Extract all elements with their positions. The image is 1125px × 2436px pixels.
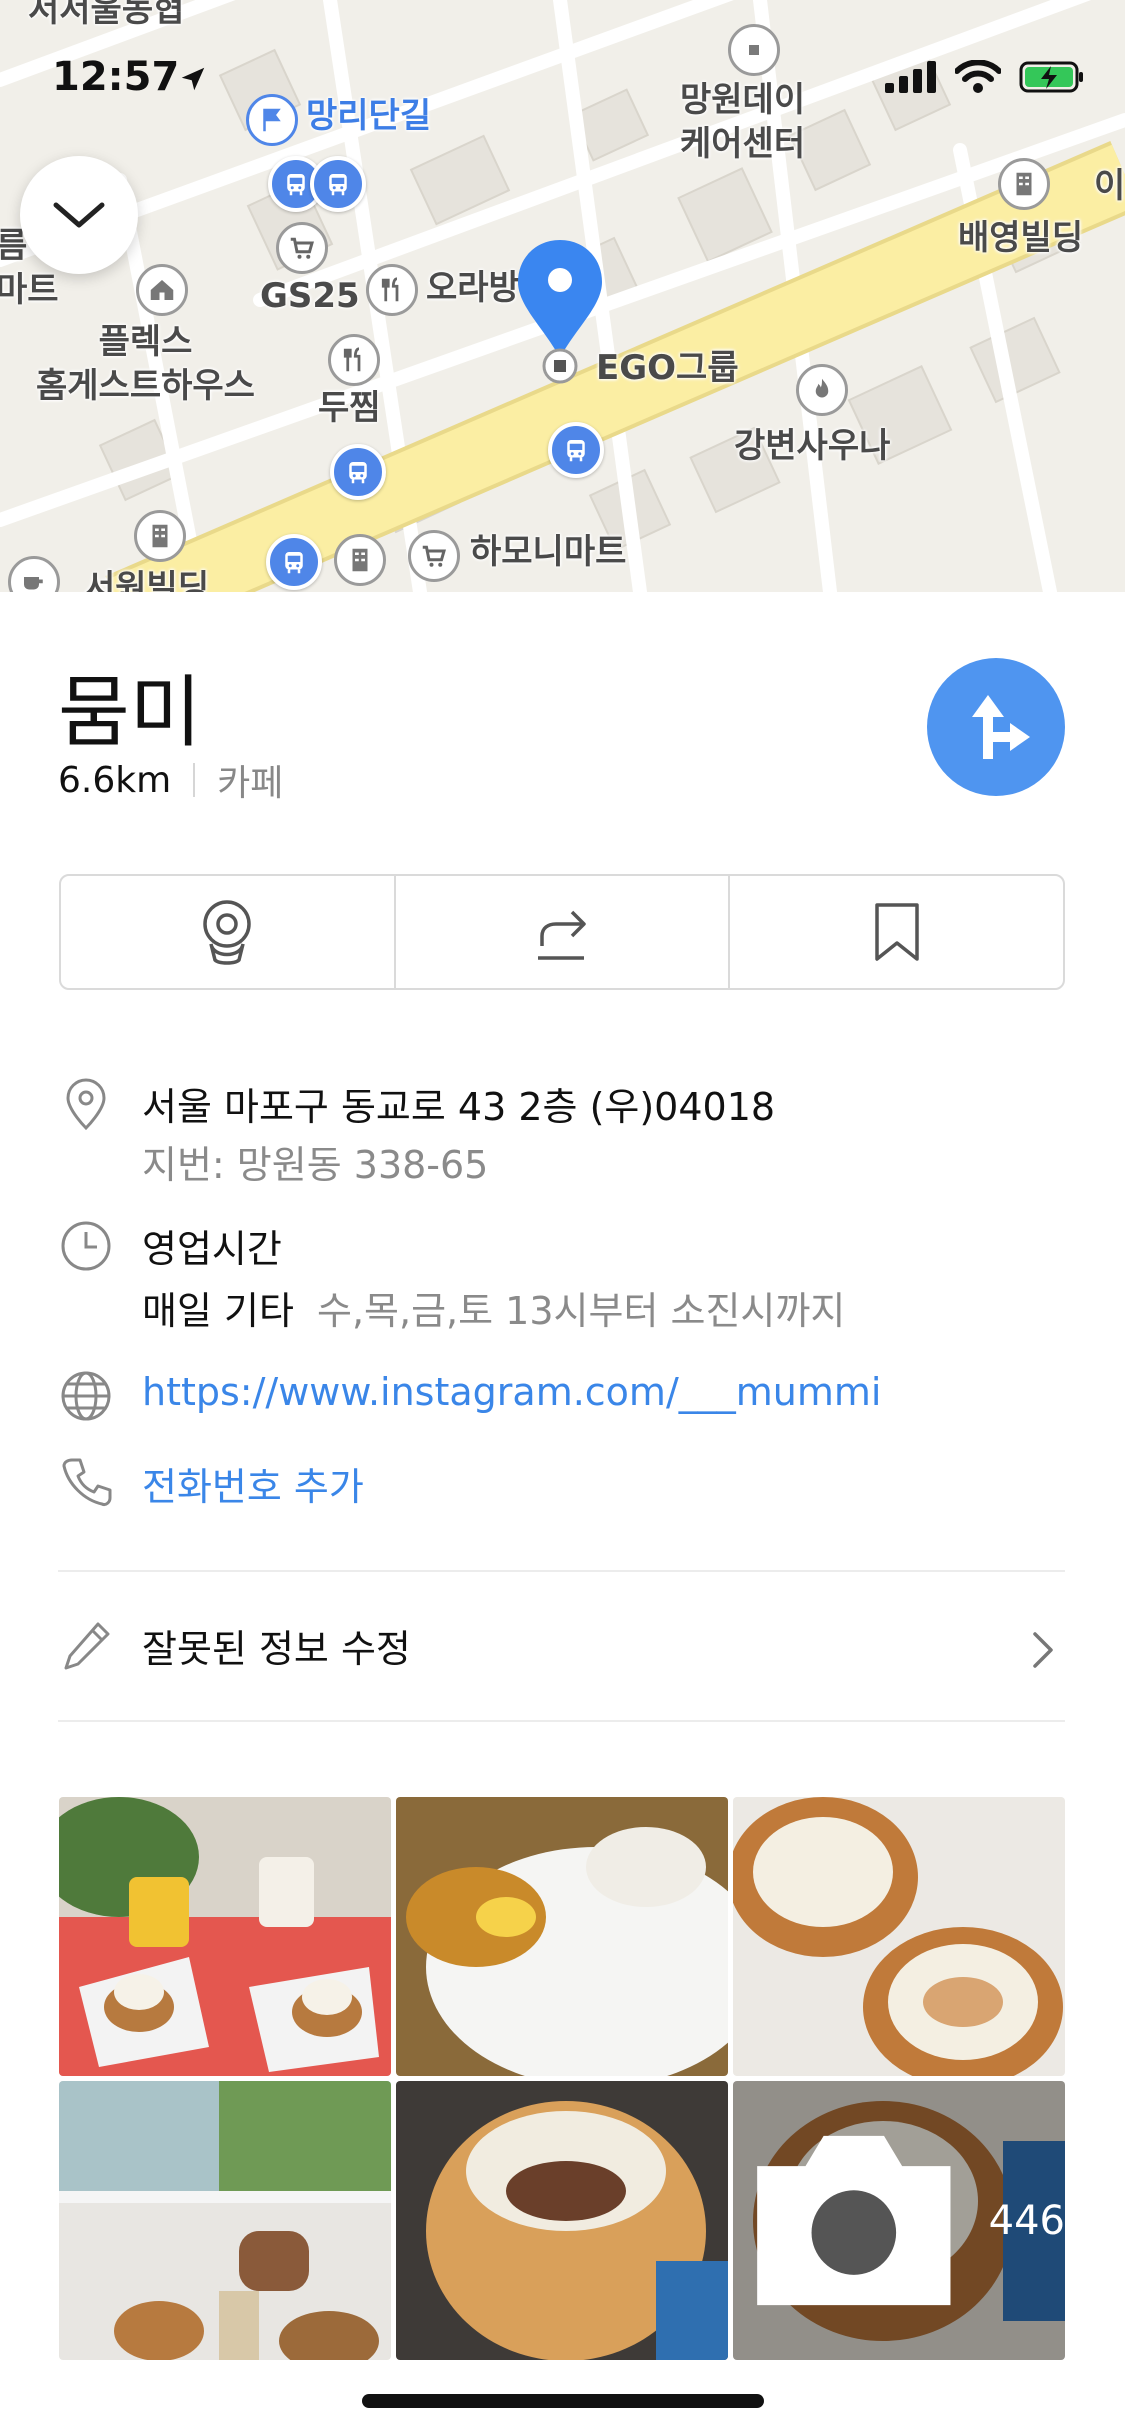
phone-icon: [62, 1458, 112, 1506]
restaurant-poi-icon[interactable]: [366, 264, 418, 316]
sauna-poi-icon[interactable]: [796, 364, 848, 416]
map-view[interactable]: 서서울농협 망리단길 망원데이 케어센터 배영빌딩 이 름 마트 GS25 오라…: [0, 0, 1125, 592]
directions-arrow-icon: [972, 695, 1030, 759]
share-button[interactable]: [396, 876, 731, 988]
place-meta: 6.6km 카페: [58, 754, 283, 806]
photo-thumbnail-5[interactable]: [396, 2081, 728, 2360]
map-label-dujjim: 두찜: [318, 388, 381, 428]
edit-info-row[interactable]: 잘못된 정보 수정: [58, 1614, 1065, 1684]
map-label-top-left: 서서울농협: [28, 0, 185, 30]
map-label-flex: 플렉스 홈게스트하우스: [36, 322, 255, 406]
map-label-daycare: 망원데이 케어센터: [680, 80, 806, 164]
flag-poi-icon[interactable]: [246, 94, 298, 146]
map-label-gs25: GS25: [260, 276, 360, 316]
location-pin-icon[interactable]: [514, 236, 606, 386]
battery-charging-icon: [1019, 61, 1083, 93]
map-label-mangri: 망리단길: [306, 96, 432, 136]
bookmark-button[interactable]: [730, 876, 1063, 988]
hours-title: 영업시간: [142, 1227, 282, 1271]
map-pin-icon: [66, 1078, 106, 1131]
map-label-gangbyeon: 강변사우나: [734, 426, 891, 466]
website-link[interactable]: https://www.instagram.com/___mummi: [142, 1370, 881, 1414]
meta-divider: [193, 763, 196, 797]
photo-thumbnail-2[interactable]: [396, 1797, 728, 2076]
bus-stop-icon-4[interactable]: [548, 422, 604, 478]
add-phone-link[interactable]: 전화번호 추가: [142, 1456, 364, 1511]
photo-thumbnail[interactable]: [59, 1797, 391, 2076]
share-icon: [538, 910, 586, 960]
photo-thumbnail-3[interactable]: [733, 1797, 1065, 2076]
jibun-text: 지번: 망원동 338-65: [142, 1143, 489, 1187]
photo-count-overlay: 446: [733, 2081, 1065, 2360]
status-indicators: [885, 60, 1085, 94]
bus-stop-icon-2[interactable]: [310, 156, 366, 212]
photo-thumbnail-more[interactable]: 446: [733, 2081, 1065, 2360]
hours-day: 매일 기타: [142, 1289, 294, 1333]
map-label-hamoni: 하모니마트: [470, 532, 627, 572]
map-label-orabang: 오라방: [426, 268, 520, 308]
office-poi-icon-2[interactable]: [134, 510, 186, 562]
cart-poi-icon[interactable]: [276, 222, 328, 274]
divider: [58, 1570, 1065, 1572]
status-time: 12:57: [52, 54, 180, 100]
place-name: 뭄미: [58, 668, 202, 758]
collapse-button[interactable]: [20, 156, 138, 274]
cart-poi-icon-2[interactable]: [408, 530, 460, 582]
wifi-icon: [955, 60, 1001, 93]
edit-info-label: 잘못된 정보 수정: [142, 1627, 411, 1671]
home-indicator[interactable]: [362, 2394, 764, 2408]
divider-2: [58, 1720, 1065, 1722]
restaurant-poi-icon-2[interactable]: [328, 334, 380, 386]
building-poi-icon[interactable]: [728, 24, 780, 76]
photo-thumbnail-4[interactable]: [59, 2081, 391, 2360]
action-bar: [59, 874, 1065, 990]
place-category: 카페: [217, 763, 284, 804]
bus-stop-icon-3[interactable]: [330, 444, 386, 500]
place-distance: 6.6km: [58, 759, 172, 801]
street-view-button[interactable]: [61, 876, 396, 988]
office-poi-icon-3[interactable]: [334, 534, 386, 586]
hours-detail: 수,목,금,토 13시부터 소진시까지: [317, 1289, 846, 1333]
street-view-icon: [203, 900, 252, 965]
office-poi-icon[interactable]: [998, 158, 1050, 210]
directions-button[interactable]: [927, 658, 1065, 796]
photo-count: 446: [988, 2197, 1065, 2244]
address-text: 서울 마포구 동교로 43 2층 (우)04018: [142, 1085, 776, 1129]
clock-icon: [61, 1221, 111, 1271]
location-arrow-icon: [181, 67, 205, 91]
photo-grid: 446: [59, 1797, 1065, 2360]
bookmark-icon: [874, 903, 919, 961]
chevron-down-icon: [53, 202, 105, 228]
map-label-right-edge: 이: [1094, 166, 1125, 206]
chevron-right-icon: [1033, 1632, 1053, 1668]
hours-detail-line: 매일 기타 수,목,금,토 13시부터 소진시까지: [142, 1280, 845, 1335]
map-label-baeyoung: 배영빌딩: [958, 218, 1084, 258]
camera-icon: [757, 2135, 951, 2306]
map-label-ego: EGO그룹: [596, 348, 739, 388]
guesthouse-poi-icon[interactable]: [136, 264, 188, 316]
signal-icon: [885, 61, 936, 93]
map-label-seowon: 서원빌딩: [84, 568, 210, 592]
pencil-icon: [64, 1622, 110, 1670]
globe-icon: [61, 1371, 111, 1421]
place-detail-sheet: 뭄미 6.6km 카페 서울 마포구 동교로 43 2층 (우)04018 지번…: [0, 592, 1125, 2436]
bus-stop-icon-5[interactable]: [266, 534, 322, 590]
